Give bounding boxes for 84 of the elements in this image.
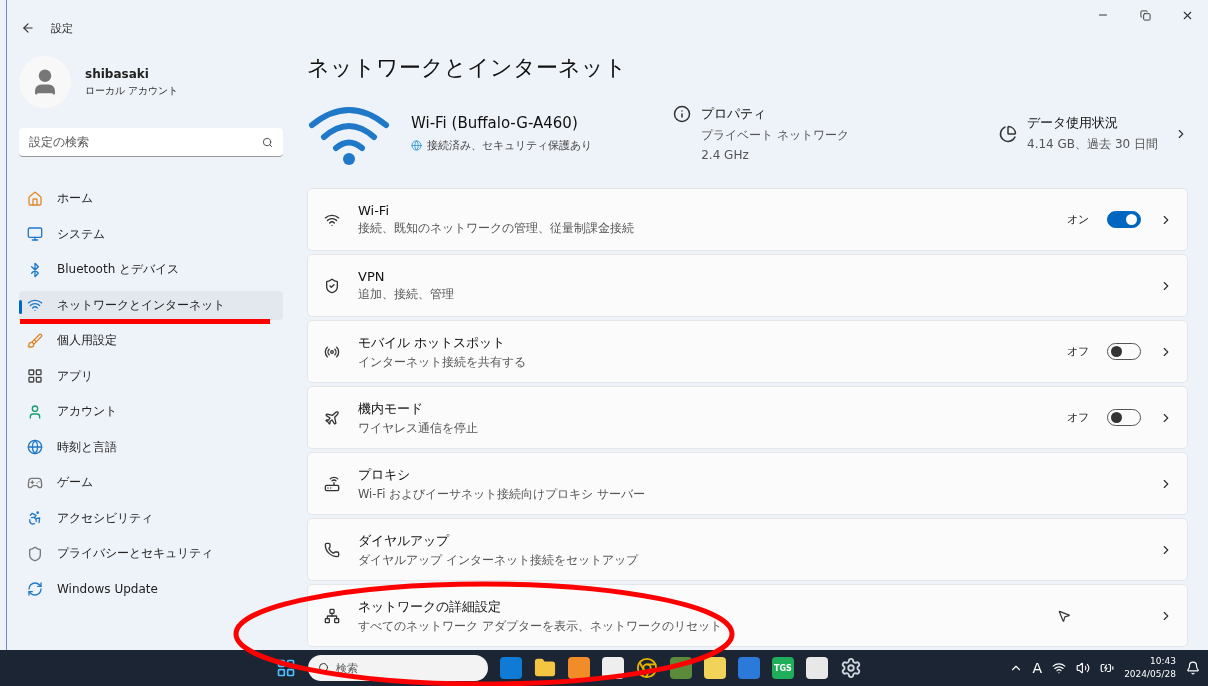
setting-title: ネットワークの詳細設定 — [358, 597, 502, 616]
start-icon[interactable] — [276, 658, 296, 678]
network-name: Wi-Fi (Buffalo-G-A460) — [411, 114, 579, 132]
nav-item[interactable]: 時刻と言語 — [19, 432, 283, 462]
bell-icon[interactable] — [1186, 661, 1200, 675]
info-icon — [673, 105, 692, 123]
accessibility-icon — [27, 510, 43, 526]
toggle-state-label: オフ — [1067, 344, 1089, 359]
setting-title: 機内モード — [358, 399, 424, 418]
globe-icon — [27, 439, 43, 455]
nav-item[interactable]: プライバシーとセキュリティ — [19, 539, 283, 568]
globe-icon — [411, 140, 422, 151]
restore-icon — [1139, 9, 1151, 21]
nav-item[interactable]: Windows Update — [19, 574, 283, 604]
app-icon[interactable] — [738, 657, 760, 679]
data-usage-detail: 4.14 GB、過去 30 日間 — [1027, 136, 1158, 153]
network-icon — [324, 607, 340, 624]
page-title: ネットワークとインターネット — [307, 56, 628, 82]
window-title: 設定 — [51, 20, 73, 36]
search-icon — [262, 137, 273, 148]
setting-description: Wi-Fi およびイーサネット接続向けプロキシ サーバー — [358, 486, 646, 502]
person-icon — [27, 403, 43, 420]
pie-chart-icon — [999, 124, 1018, 143]
setting-description: 追加、接続、管理 — [358, 287, 455, 302]
setting-row[interactable]: 機内モード ワイヤレス通信を停止 オフ — [307, 386, 1188, 449]
toggle-state-label: オン — [1067, 212, 1089, 227]
toggle-switch[interactable] — [1107, 211, 1141, 228]
setting-title: モバイル ホットスポット — [358, 333, 507, 352]
properties-title[interactable]: プロパティ — [701, 105, 850, 123]
nav-item[interactable]: システム — [19, 219, 283, 249]
toggle-state-label: オフ — [1067, 410, 1089, 425]
airplane-icon — [324, 409, 340, 426]
monitor-icon — [27, 226, 43, 242]
setting-title: Wi-Fi — [358, 203, 390, 218]
battery-icon[interactable] — [1100, 661, 1115, 675]
nav-item[interactable]: Bluetooth とデバイス — [19, 255, 283, 284]
taskbar-search-field[interactable]: 検索 — [308, 655, 488, 681]
setting-row[interactable]: Wi-Fi 接続、既知のネットワークの管理、従量制課金接続 オン — [307, 188, 1188, 251]
setting-description: インターネット接続を共有する — [358, 354, 527, 370]
setting-description: ワイヤレス通信を停止 — [358, 420, 479, 436]
volume-icon[interactable] — [1076, 661, 1091, 675]
connection-status: 接続済み、セキュリティ保護あり — [427, 138, 592, 153]
properties-detail: 2.4 GHz — [701, 148, 750, 162]
properties-detail: プライベート ネットワーク — [701, 127, 850, 144]
mouse-cursor-icon — [1057, 608, 1071, 623]
refresh-icon — [27, 581, 43, 597]
wifi-icon[interactable] — [1052, 661, 1067, 675]
apps-icon — [27, 368, 43, 384]
clock-date[interactable]: 2024/05/28 — [1124, 668, 1176, 681]
setting-title: VPN — [358, 269, 386, 284]
data-usage-title[interactable]: データ使用状況 — [1027, 114, 1158, 132]
back-icon[interactable] — [21, 21, 35, 35]
nav-item[interactable]: 個人用設定 — [19, 326, 283, 355]
shield-icon — [27, 545, 43, 562]
wifi-icon — [27, 297, 43, 313]
setting-description: ダイヤルアップ インターネット接続をセットアップ — [358, 552, 640, 568]
search-field[interactable]: 設定の検索 — [19, 128, 283, 157]
brush-icon — [27, 332, 43, 349]
nav-item[interactable]: ホーム — [19, 184, 283, 213]
nav-item[interactable]: ゲーム — [19, 468, 283, 497]
setting-row[interactable]: ネットワークの詳細設定 すべてのネットワーク アダプターを表示、ネットワークのリセット — [307, 584, 1188, 647]
nav-item[interactable]: アプリ — [19, 361, 283, 391]
nav-item[interactable]: アカウント — [19, 397, 283, 426]
setting-title: ダイヤルアップ — [358, 531, 451, 550]
app-icon[interactable] — [704, 657, 726, 679]
nav-item[interactable]: アクセシビリティ — [19, 503, 283, 533]
folder-icon[interactable] — [534, 657, 556, 679]
setting-row[interactable]: プロキシ Wi-Fi およびイーサネット接続向けプロキシ サーバー — [307, 452, 1188, 515]
home-icon — [27, 190, 43, 207]
app-icon[interactable] — [806, 657, 828, 679]
account-type: ローカル アカウント — [85, 83, 179, 98]
setting-title: プロキシ — [358, 465, 411, 484]
clock-time[interactable]: 10:43 — [1124, 655, 1176, 668]
nav-item[interactable]: ネットワークとインターネット — [19, 290, 283, 320]
setting-description: 接続、既知のネットワークの管理、従量制課金接続 — [358, 221, 635, 236]
avatar — [19, 56, 71, 108]
input-indicator[interactable]: A — [1032, 660, 1043, 676]
setting-row[interactable]: モバイル ホットスポット インターネット接続を共有する オフ — [307, 320, 1188, 383]
setting-row[interactable]: VPN 追加、接続、管理 — [307, 254, 1188, 317]
setting-row[interactable]: ダイヤルアップ ダイヤルアップ インターネット接続をセットアップ — [307, 518, 1188, 581]
shield-icon — [324, 277, 340, 294]
user-name: shibasaki — [85, 66, 150, 81]
settings-icon[interactable] — [840, 657, 862, 679]
setting-description: すべてのネットワーク アダプターを表示、ネットワークのリセット — [358, 618, 723, 634]
